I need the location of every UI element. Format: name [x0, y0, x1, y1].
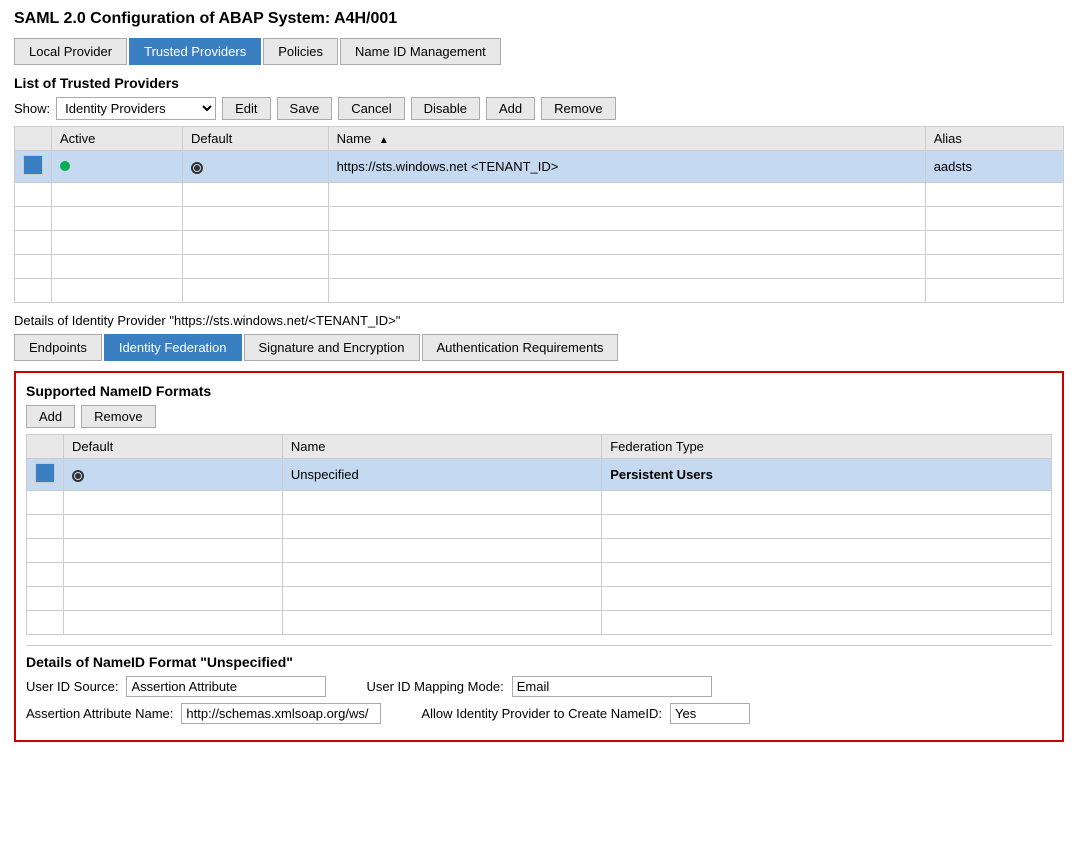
col-active: Active — [52, 127, 183, 151]
row-selector — [23, 155, 43, 175]
save-button[interactable]: Save — [277, 97, 333, 120]
assertion-attr-label: Assertion Attribute Name: — [26, 706, 173, 721]
table-row[interactable] — [27, 539, 1052, 563]
table-row[interactable] — [27, 491, 1052, 515]
active-dot — [60, 161, 70, 171]
userid-mapping-label: User ID Mapping Mode: — [366, 679, 503, 694]
nameid-table: Default Name Federation Type Unspecified… — [26, 434, 1052, 635]
col-alias: Alias — [925, 127, 1063, 151]
assertion-attr-input[interactable] — [181, 703, 381, 724]
detail-section-title: Details of Identity Provider "https://st… — [14, 313, 1064, 328]
trusted-toolbar: Show: Identity Providers Service Provide… — [14, 97, 1064, 120]
tab-name-id-management[interactable]: Name ID Management — [340, 38, 501, 65]
allow-identity-input[interactable] — [670, 703, 750, 724]
nameid-section-title: Supported NameID Formats — [26, 383, 1052, 399]
table-row[interactable] — [27, 611, 1052, 635]
userid-mapping-group: User ID Mapping Mode: — [366, 676, 711, 697]
sort-arrow: ▲ — [379, 135, 389, 146]
table-row[interactable] — [15, 231, 1064, 255]
table-row[interactable] — [27, 515, 1052, 539]
form-row-1: User ID Source: User ID Mapping Mode: — [26, 676, 1052, 697]
edit-button[interactable]: Edit — [222, 97, 270, 120]
cancel-button[interactable]: Cancel — [338, 97, 404, 120]
remove-button[interactable]: Remove — [541, 97, 615, 120]
tab-policies[interactable]: Policies — [263, 38, 338, 65]
userid-source-group: User ID Source: — [26, 676, 326, 697]
table-row[interactable] — [15, 255, 1064, 279]
nameid-name: Unspecified — [282, 459, 601, 491]
tab-signature-encryption[interactable]: Signature and Encryption — [244, 334, 420, 361]
userid-source-label: User ID Source: — [26, 679, 118, 694]
form-row-2: Assertion Attribute Name: Allow Identity… — [26, 703, 1052, 724]
add-button[interactable]: Add — [486, 97, 535, 120]
nameid-toolbar: Add Remove — [26, 405, 1052, 428]
trusted-providers-section: List of Trusted Providers Show: Identity… — [14, 75, 1064, 303]
tab-identity-federation[interactable]: Identity Federation — [104, 334, 242, 361]
top-tab-bar: Local Provider Trusted Providers Policie… — [14, 38, 1064, 65]
tab-trusted-providers[interactable]: Trusted Providers — [129, 38, 261, 65]
red-border-section: Supported NameID Formats Add Remove Defa… — [14, 371, 1064, 742]
row-selector — [35, 463, 55, 483]
table-row[interactable] — [15, 207, 1064, 231]
table-row[interactable] — [27, 587, 1052, 611]
page-title: SAML 2.0 Configuration of ABAP System: A… — [14, 10, 1064, 28]
provider-alias: aadsts — [925, 151, 1063, 183]
table-row[interactable]: https://sts.windows.net <TENANT_ID> aads… — [15, 151, 1064, 183]
table-row[interactable] — [15, 279, 1064, 303]
nameid-details-section: Details of NameID Format "Unspecified" U… — [26, 645, 1052, 724]
col-name: Name ▲ — [328, 127, 925, 151]
federation-type: Persistent Users — [602, 459, 1052, 491]
show-dropdown[interactable]: Identity Providers Service Providers — [56, 97, 216, 120]
nameid-add-button[interactable]: Add — [26, 405, 75, 428]
detail-tab-bar: Endpoints Identity Federation Signature … — [14, 334, 1064, 361]
userid-source-input[interactable] — [126, 676, 326, 697]
allow-identity-group: Allow Identity Provider to Create NameID… — [421, 703, 750, 724]
col-name: Name — [282, 435, 601, 459]
col-federation-type: Federation Type — [602, 435, 1052, 459]
tab-endpoints[interactable]: Endpoints — [14, 334, 102, 361]
table-row[interactable] — [15, 183, 1064, 207]
default-radio — [72, 470, 84, 482]
trusted-providers-table: Active Default Name ▲ Alias https://sts.… — [14, 126, 1064, 303]
tab-local-provider[interactable]: Local Provider — [14, 38, 127, 65]
assertion-attr-group: Assertion Attribute Name: — [26, 703, 381, 724]
allow-identity-label: Allow Identity Provider to Create NameID… — [421, 706, 662, 721]
col-default: Default — [64, 435, 283, 459]
show-label: Show: — [14, 101, 50, 116]
default-radio — [191, 162, 203, 174]
table-row[interactable]: Unspecified Persistent Users — [27, 459, 1052, 491]
trusted-providers-title: List of Trusted Providers — [14, 75, 1064, 91]
provider-name: https://sts.windows.net <TENANT_ID> — [328, 151, 925, 183]
tab-auth-requirements[interactable]: Authentication Requirements — [422, 334, 619, 361]
nameid-remove-button[interactable]: Remove — [81, 405, 155, 428]
disable-button[interactable]: Disable — [411, 97, 480, 120]
nameid-details-title: Details of NameID Format "Unspecified" — [26, 654, 1052, 670]
col-default: Default — [183, 127, 329, 151]
table-row[interactable] — [27, 563, 1052, 587]
userid-mapping-input[interactable] — [512, 676, 712, 697]
